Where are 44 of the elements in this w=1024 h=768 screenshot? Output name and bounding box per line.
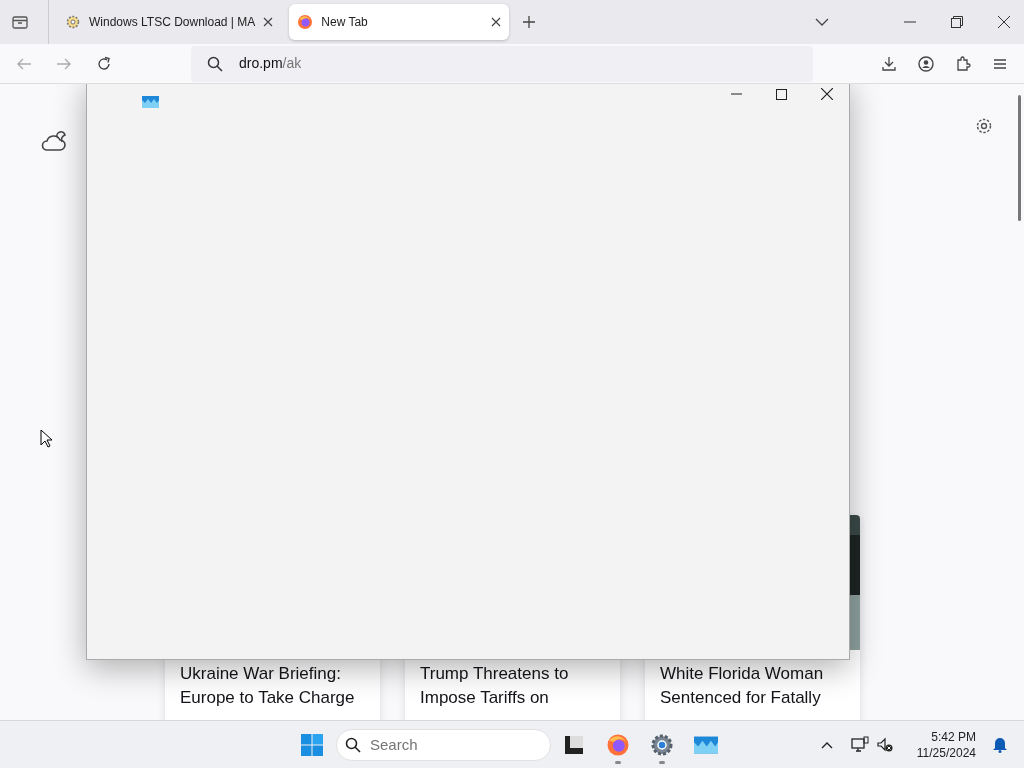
account-icon [918,55,934,72]
app-icon [142,96,159,108]
url-text: dro.pm/ak [239,54,302,73]
search-field[interactable]: Search [336,728,551,761]
plus-icon [522,15,537,29]
app-icon [694,735,718,754]
weather-icon [40,129,68,153]
browser-tab[interactable]: Windows LTSC Download | MA [57,4,282,40]
browser-tab[interactable]: New Tab [289,4,510,40]
close-icon [821,88,833,100]
minimize-icon [904,21,916,23]
gear-icon [65,14,81,30]
forward-arrow-icon [56,56,72,71]
news-headline: Ukraine War Briefing: Europe to Take Charge [180,663,356,709]
clock[interactable]: 5:42 PM 11/25/2024 [916,728,976,761]
minimize-icon [730,93,742,95]
close-icon [998,16,1010,28]
maximize-icon [775,88,787,100]
close-icon[interactable] [263,17,274,27]
chevron-up-icon [820,740,833,749]
search-icon [345,736,361,753]
news-headline: White Florida Woman Sentenced for Fatally [660,663,825,709]
windows-logo-icon [300,732,324,757]
extensions-icon [955,55,971,72]
settings-icon [975,117,993,135]
browser-logo-icon [606,732,630,757]
address-bar[interactable]: dro.pm/ak [191,45,813,82]
browser-logo-icon [297,14,314,30]
back-arrow-icon [16,56,32,71]
news-headline: Trump Threatens to Impose Tariffs on [420,663,570,709]
mouse-pointer-icon [40,429,53,448]
download-icon [881,55,897,72]
close-icon[interactable] [491,17,502,27]
muted-speaker-icon[interactable] [876,736,893,753]
app-icon [563,733,585,756]
gear-icon [650,732,674,757]
scrollbar-thumb[interactable] [1018,95,1021,221]
tray-icon [11,14,29,30]
reload-icon [96,55,112,72]
network-icon[interactable] [850,735,869,754]
chevron-down-icon [815,17,829,27]
restore-icon [951,16,963,28]
search-icon [207,55,223,72]
notification-bell-icon[interactable] [992,736,1008,753]
